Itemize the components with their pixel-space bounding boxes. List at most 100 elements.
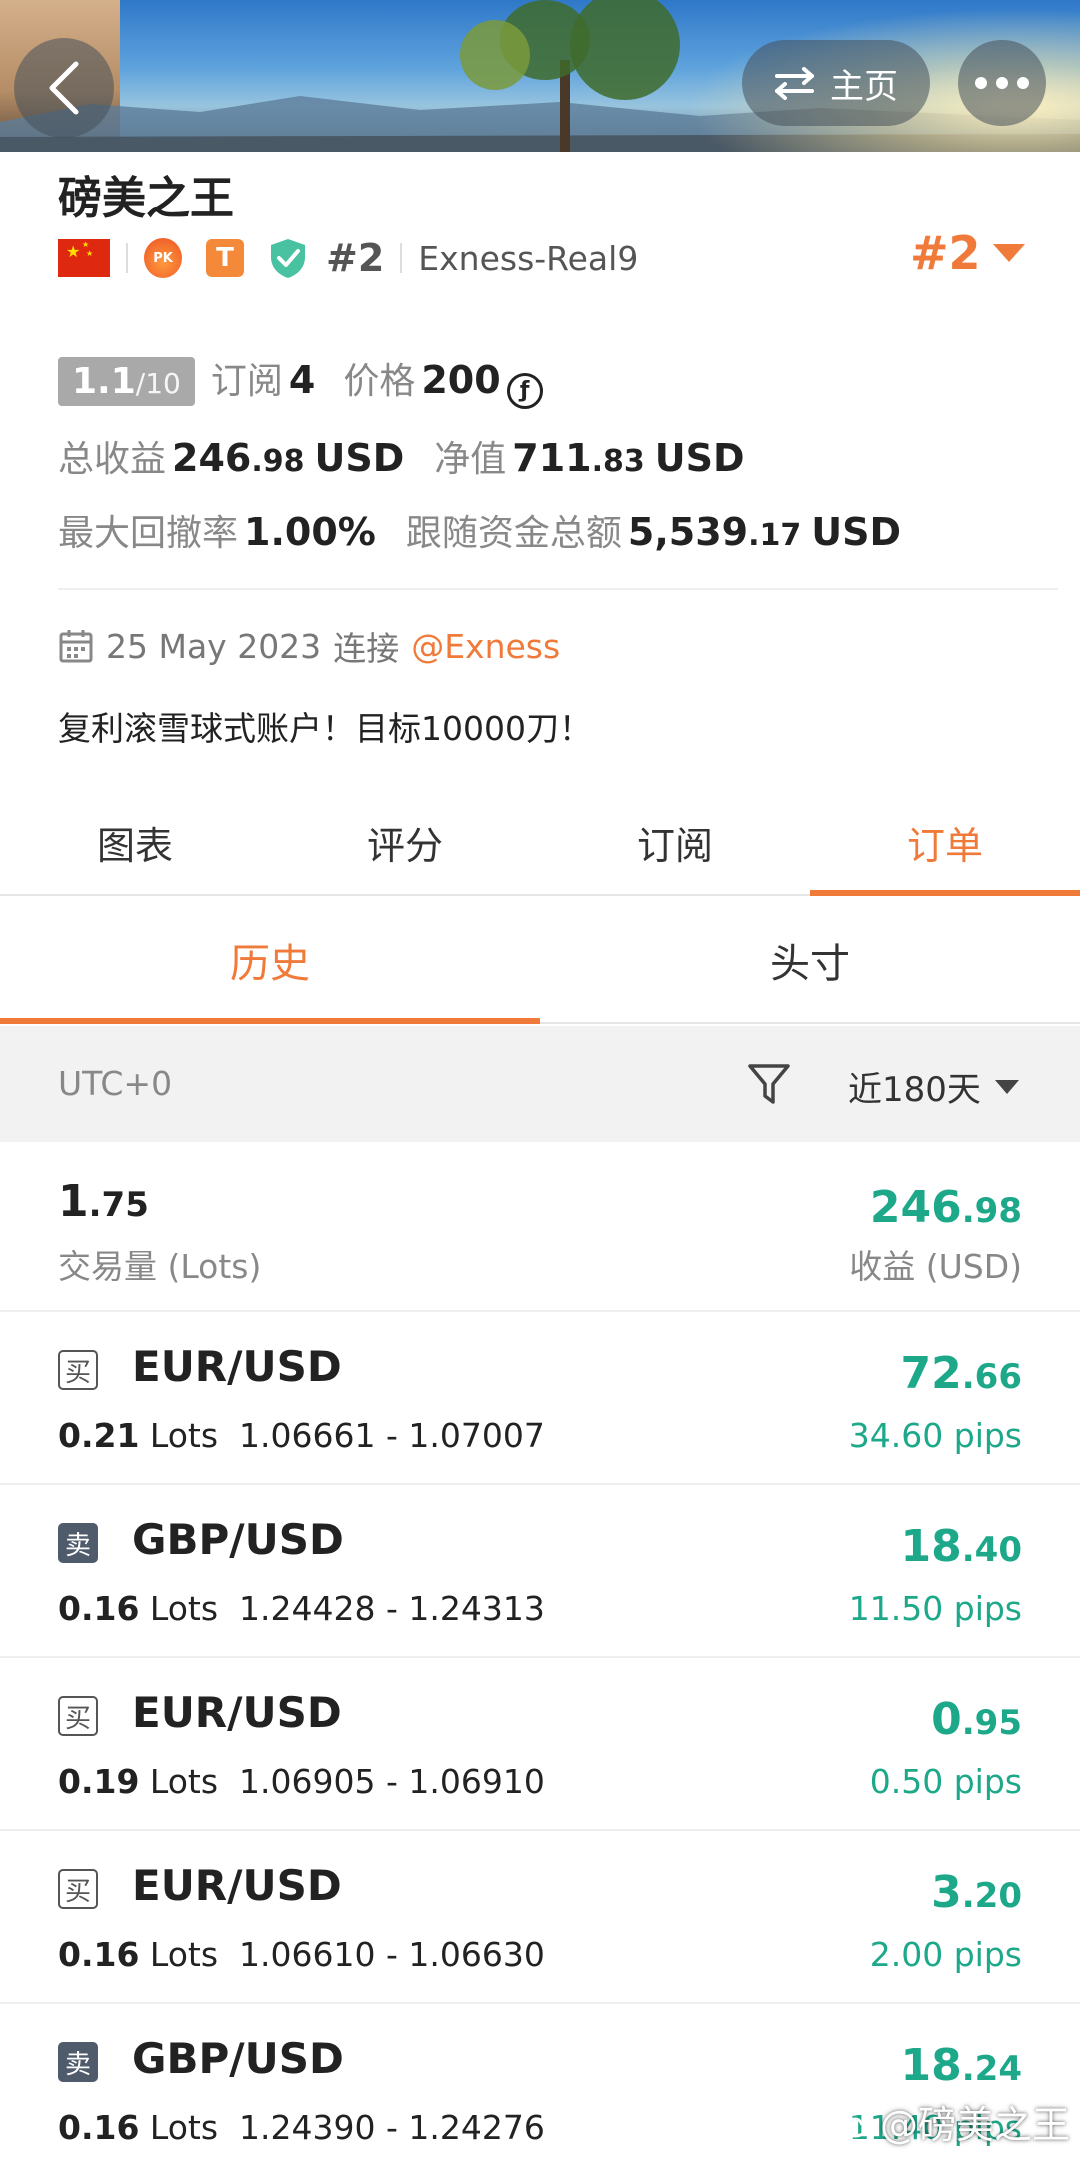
order-lots-unit: Lots: [149, 2108, 219, 2147]
list-item[interactable]: 买 EUR/USD 0.16 Lots 1.06610 - 1.06630 3.…: [0, 1831, 1080, 2004]
zhihu-logo-icon: [839, 2106, 871, 2137]
tab-subscribe[interactable]: 订阅: [540, 790, 810, 894]
order-profit: 72.66: [900, 1348, 1022, 1399]
order-symbol: EUR/USD: [132, 1688, 342, 1737]
order-symbol: EUR/USD: [132, 1342, 342, 1391]
order-prices: 1.06661 - 1.07007: [239, 1416, 545, 1455]
home-button-label: 主页: [830, 66, 898, 107]
list-item[interactable]: 卖 GBP/USD 0.16 Lots 1.24428 - 1.24313 18…: [0, 1485, 1080, 1658]
buy-tag: 买: [58, 1869, 98, 1909]
tab-orders[interactable]: 订单: [810, 790, 1080, 896]
order-prices: 1.24390 - 1.24276: [239, 2108, 545, 2147]
trader-motto: 复利滚雪球式账户！目标10000刀！: [58, 709, 592, 748]
timezone-label: UTC+0: [58, 1064, 173, 1103]
follow-funds-dec: .17: [748, 518, 802, 553]
back-button[interactable]: [14, 38, 114, 138]
sell-tag: 卖: [58, 1523, 98, 1563]
main-tabs: 图表 评分 订阅 订单: [0, 790, 1080, 896]
tab-positions[interactable]: 头寸: [540, 898, 1080, 1022]
equity-label: 净值: [434, 439, 507, 480]
stats-row-2: 总收益 246.98 USD 净值 711.83 USD: [58, 430, 745, 482]
more-button[interactable]: [958, 40, 1046, 126]
order-list: 买 EUR/USD 0.21 Lots 1.06661 - 1.07007 72…: [0, 1312, 1080, 2174]
trader-name: 磅美之王: [58, 173, 234, 224]
equity-int: 711: [512, 436, 592, 480]
order-lots-unit: Lots: [149, 1762, 219, 1801]
order-lots: 0.16: [58, 2108, 140, 2147]
follow-funds-unit: USD: [811, 510, 902, 554]
order-detail: 0.16 Lots 1.06610 - 1.06630: [58, 1935, 545, 1974]
verified-shield-icon[interactable]: [268, 237, 308, 279]
sell-tag: 卖: [58, 2042, 98, 2082]
summary-lots-dec: .75: [88, 1185, 149, 1225]
order-pips: 0.50 pips: [869, 1762, 1022, 1801]
order-detail: 0.19 Lots 1.06905 - 1.06910: [58, 1762, 545, 1801]
tab-history[interactable]: 历史: [0, 898, 540, 1024]
total-profit-int: 246: [172, 436, 252, 480]
filter-icon[interactable]: [746, 1060, 792, 1108]
order-lots-unit: Lots: [149, 1935, 219, 1974]
equity-dec: .83: [591, 444, 645, 479]
price-value: 200: [421, 358, 501, 402]
order-prices: 1.06610 - 1.06630: [239, 1935, 545, 1974]
price-label: 价格: [343, 361, 416, 402]
tab-rating[interactable]: 评分: [270, 790, 540, 894]
order-detail: 0.16 Lots 1.24428 - 1.24313: [58, 1589, 545, 1628]
subscribe-count: 4: [288, 358, 316, 402]
summary-lots: 1.75: [58, 1176, 149, 1227]
filter-bar: UTC+0 近180天: [0, 1026, 1080, 1142]
swap-icon: [775, 67, 814, 100]
buy-tag: 买: [58, 1350, 98, 1390]
order-prices: 1.24428 - 1.24313: [239, 1589, 545, 1628]
divider: [58, 588, 1058, 590]
order-prices: 1.06905 - 1.06910: [239, 1762, 545, 1801]
rank-dropdown-icon: [992, 244, 1025, 262]
order-lots: 0.21: [58, 1416, 140, 1455]
follow-funds-int: 5,539: [627, 510, 749, 554]
divider: [400, 243, 403, 273]
watermark-text: @磅美之王: [879, 2103, 1070, 2147]
rank-selector[interactable]: #2: [910, 226, 1025, 280]
equity-unit: USD: [654, 436, 745, 480]
order-symbol: GBP/USD: [132, 1515, 344, 1564]
summary-lots-int: 1: [58, 1176, 89, 1227]
order-profit: 18.24: [900, 2040, 1022, 2091]
order-lots: 0.16: [58, 1935, 140, 1974]
order-symbol: GBP/USD: [132, 2034, 344, 2083]
tab-chart[interactable]: 图表: [0, 790, 270, 894]
order-detail: 0.16 Lots 1.24390 - 1.24276: [58, 2108, 545, 2147]
chevron-down-icon: [994, 1079, 1019, 1094]
summary-profit-dec: .98: [961, 1191, 1022, 1231]
china-flag-icon: ★ ★ ★: [58, 239, 110, 277]
home-button[interactable]: 主页: [742, 40, 930, 126]
rank-big: #2: [910, 226, 981, 280]
history-summary: 1.75 交易量 (Lots) 246.98 收益 (USD): [0, 1142, 1080, 1312]
broker-link[interactable]: @Exness: [411, 627, 560, 666]
pk-badge-icon[interactable]: PK: [144, 238, 182, 278]
score-denominator: /10: [135, 367, 181, 400]
order-lots-unit: Lots: [149, 1416, 219, 1455]
period-label: 近180天: [848, 1070, 981, 1110]
order-pips: 2.00 pips: [869, 1935, 1022, 1974]
watermark: @磅美之王: [838, 2094, 1070, 2149]
coin-icon: ƒ: [506, 372, 543, 409]
order-profit: 18.40: [900, 1521, 1022, 1572]
sub-tabs: 历史 头寸: [0, 898, 1080, 1024]
summary-profit-int: 246: [869, 1182, 962, 1233]
order-profit: 3.20: [931, 1867, 1022, 1918]
badge-row: ★ ★ ★ PK T #2 Exness-Real9: [58, 234, 638, 282]
order-symbol: EUR/USD: [132, 1861, 342, 1910]
server-name: Exness-Real9: [418, 238, 639, 278]
max-drawdown-label: 最大回撤率: [58, 513, 239, 554]
list-item[interactable]: 买 EUR/USD 0.19 Lots 1.06905 - 1.06910 0.…: [0, 1658, 1080, 1831]
order-pips: 11.50 pips: [848, 1589, 1022, 1628]
period-selector[interactable]: 近180天: [848, 1062, 1019, 1111]
order-profit: 0.95: [931, 1694, 1022, 1745]
total-profit-dec: .98: [251, 444, 305, 479]
joined-info: 25 May 2023 连接 @Exness: [58, 622, 560, 670]
stats-row-3: 最大回撤率 1.00% 跟随资金总额 5,539.17 USD: [58, 504, 901, 556]
list-item[interactable]: 买 EUR/USD 0.21 Lots 1.06661 - 1.07007 72…: [0, 1312, 1080, 1485]
total-profit-unit: USD: [314, 436, 405, 480]
summary-profit: 246.98: [870, 1182, 1022, 1233]
t-badge-icon[interactable]: T: [206, 239, 244, 277]
